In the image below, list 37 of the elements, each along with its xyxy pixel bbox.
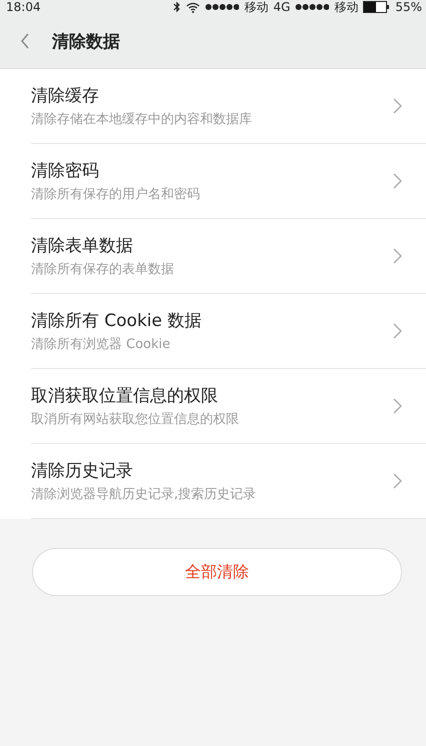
carrier-label: 移动 xyxy=(334,0,358,16)
item-description: 清除所有保存的用户名和密码 xyxy=(31,186,200,203)
item-title: 取消获取位置信息的权限 xyxy=(31,385,219,407)
chevron-right-icon xyxy=(393,173,402,189)
back-icon xyxy=(20,33,30,49)
item-description: 清除存储在本地缓存中的内容和数据库 xyxy=(31,111,252,128)
chevron-right-icon xyxy=(393,323,402,339)
settings-item[interactable]: 清除历史记录 清除浏览器导航历史记录,搜索历史记录 xyxy=(31,444,426,519)
settings-item[interactable]: 清除密码 清除所有保存的用户名和密码 xyxy=(31,144,426,219)
item-description: 清除所有保存的表单数据 xyxy=(31,261,174,278)
network-label: 4G xyxy=(273,0,290,14)
signal-icon xyxy=(205,3,240,11)
wifi-icon xyxy=(186,2,200,12)
item-description: 清除所有浏览器 Cookie xyxy=(31,336,172,353)
item-description: 清除浏览器导航历史记录,搜索历史记录 xyxy=(31,486,256,503)
chevron-right-icon xyxy=(393,248,402,264)
item-title: 清除历史记录 xyxy=(31,460,134,482)
item-title: 清除密码 xyxy=(31,160,100,182)
item-title: 清除缓存 xyxy=(31,85,100,107)
battery-percent: 55% xyxy=(395,0,422,14)
carrier-label: 移动 xyxy=(244,0,268,16)
bluetooth-icon xyxy=(173,1,182,13)
page-title: 清除数据 xyxy=(52,30,120,52)
item-title: 清除表单数据 xyxy=(31,235,134,257)
battery-icon xyxy=(363,1,390,13)
item-description: 取消所有网站获取您位置信息的权限 xyxy=(31,411,239,428)
status-time: 18:04 xyxy=(6,0,41,14)
settings-item[interactable]: 清除表单数据 清除所有保存的表单数据 xyxy=(31,219,426,294)
settings-item[interactable]: 取消获取位置信息的权限 取消所有网站获取您位置信息的权限 xyxy=(31,369,426,444)
settings-item[interactable]: 清除缓存 清除存储在本地缓存中的内容和数据库 xyxy=(31,69,426,144)
settings-item[interactable]: 清除所有 Cookie 数据 清除所有浏览器 Cookie xyxy=(31,294,426,369)
chevron-right-icon xyxy=(393,473,402,489)
clear-all-button[interactable]: 全部清除 xyxy=(32,548,402,596)
item-title: 清除所有 Cookie 数据 xyxy=(31,310,202,332)
chevron-right-icon xyxy=(393,398,402,414)
signal-icon xyxy=(295,3,330,11)
chevron-right-icon xyxy=(393,98,402,114)
